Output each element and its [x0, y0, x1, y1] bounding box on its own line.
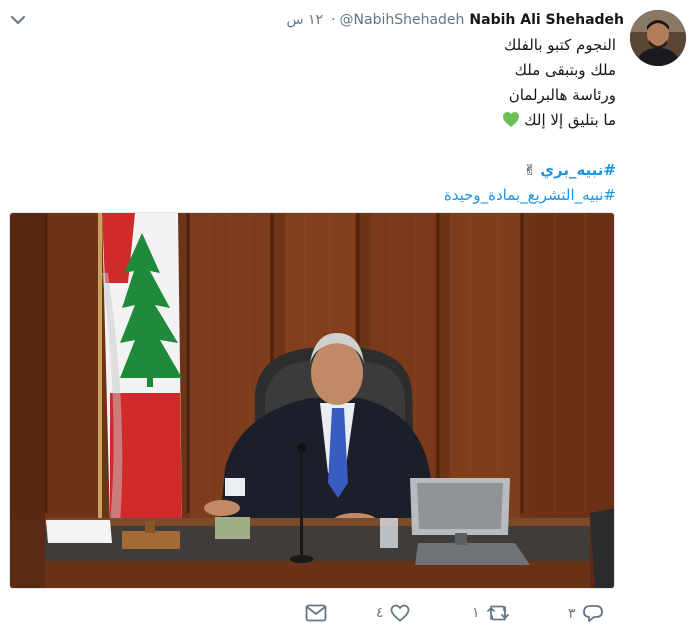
avatar[interactable] — [630, 10, 686, 66]
green-heart-icon — [503, 112, 520, 127]
hashtag-line: #نبيه_بري✌ — [96, 158, 616, 183]
tweet-line: ورئاسة هالبرلمان — [508, 86, 616, 104]
tweet-line-with-emoji: ما بتليق إلا إلك — [96, 108, 616, 133]
tweet-header: ١٢ س · @NabihShehadeh Nabih Ali Shehadeh — [286, 10, 624, 30]
reply-icon — [582, 605, 603, 622]
tweet-time[interactable]: ١٢ س — [286, 12, 323, 28]
hashtag-link[interactable]: #نبيه_بري — [540, 161, 616, 179]
retweet-button[interactable]: ١ — [472, 604, 510, 622]
victory-hand-icon: ✌ — [523, 161, 537, 179]
reply-count: ٣ — [568, 605, 576, 622]
message-icon — [305, 604, 327, 622]
chevron-down-icon[interactable] — [10, 14, 26, 26]
author-handle[interactable]: @NabihShehadeh — [340, 12, 465, 28]
separator-dot: · — [331, 12, 336, 28]
tweet-photo[interactable] — [9, 212, 615, 589]
tweet-line: ملك وبتبقى ملك — [514, 61, 616, 79]
tweet-line: ما بتليق إلا إلك — [524, 111, 616, 129]
like-count: ٤ — [376, 605, 384, 621]
reply-button[interactable]: ٣ — [568, 604, 604, 623]
tweet-line: النجوم كتبو بالفلك — [504, 36, 616, 54]
tweet-card[interactable]: ١٢ س · @NabihShehadeh Nabih Ali Shehadeh… — [0, 0, 700, 629]
retweet-count: ١ — [472, 605, 480, 621]
author-name[interactable]: Nabih Ali Shehadeh — [469, 12, 624, 28]
like-icon — [390, 604, 409, 622]
hashtag-link[interactable]: #نبيه_التشريع_بمادة_وحيدة — [444, 186, 616, 204]
hashtag-line: #نبيه_التشريع_بمادة_وحيدة — [96, 183, 616, 208]
message-button[interactable] — [305, 604, 327, 622]
parliament-photo — [10, 213, 614, 588]
retweet-icon — [486, 605, 509, 621]
like-button[interactable]: ٤ — [376, 604, 410, 622]
tweet-actions: ٤ ١ ٣ — [0, 598, 700, 628]
tweet-text: النجوم كتبو بالفلك ملك وبتبقى ملك ورئاسة… — [96, 33, 616, 208]
